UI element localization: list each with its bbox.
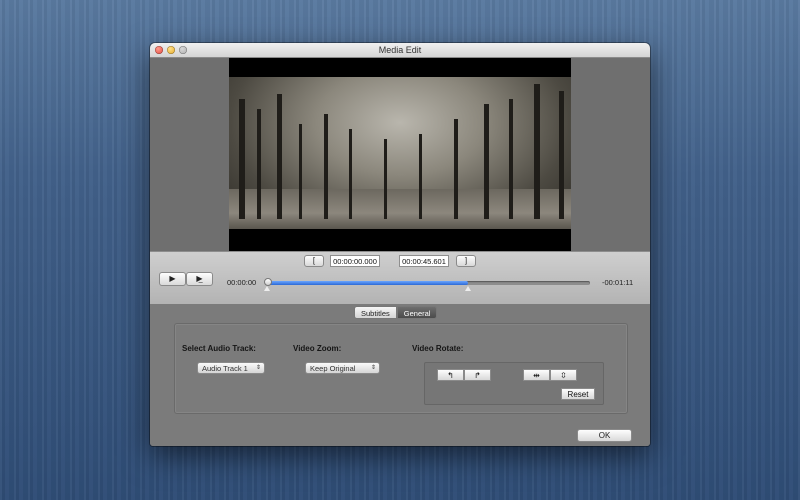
video-preview-area	[150, 58, 650, 251]
ok-button[interactable]: OK	[577, 429, 632, 442]
video-zoom-label: Video Zoom:	[293, 344, 342, 353]
timeline-slider[interactable]	[264, 278, 590, 291]
flip-horizontal-button[interactable]: ⇹	[523, 369, 550, 381]
playback-controls: [ 00:00:00.000 00:00:45.601 ] ▶ ▶̲ 00:00…	[150, 251, 650, 305]
rotate-left-button[interactable]: ↰	[437, 369, 464, 381]
tab-general[interactable]: General	[396, 306, 438, 319]
reset-button[interactable]: Reset	[561, 388, 595, 400]
audio-track-select[interactable]: Audio Track 1 ⇕	[197, 362, 265, 374]
out-marker[interactable]	[464, 286, 471, 291]
in-time-field[interactable]: 00:00:00.000	[330, 255, 380, 267]
video-frame	[229, 58, 571, 251]
play-button[interactable]: ▶	[159, 272, 186, 286]
tab-bar: Subtitles General	[354, 306, 438, 319]
rotate-left-icon: ↰	[447, 371, 454, 380]
media-edit-window: Media Edit [ 00:00:00.000 00:00:45.601]…	[150, 43, 650, 446]
rotate-right-icon: ↱	[474, 371, 481, 380]
video-zoom-select[interactable]: Keep Original ⇕	[305, 362, 380, 374]
step-icon: ▶̲	[196, 274, 203, 283]
tab-subtitles[interactable]: Subtitles	[354, 306, 397, 319]
rotate-right-button[interactable]: ↱	[464, 369, 491, 381]
popup-arrows-icon: ⇕	[370, 365, 376, 371]
close-button[interactable]	[155, 46, 163, 54]
timeline-progress	[268, 281, 468, 285]
remaining-time: -00:01:11	[602, 278, 634, 287]
audio-track-label: Select Audio Track:	[182, 344, 256, 353]
rotate-controls: ↰ ↱ ⇹ ⇳ Reset	[424, 362, 604, 405]
popup-arrows-icon: ⇕	[255, 365, 261, 371]
out-time-field[interactable]: 00:00:45.601	[399, 255, 449, 267]
play-icon: ▶	[169, 274, 176, 283]
mark-in-button[interactable]: [	[304, 255, 324, 267]
mark-out-button[interactable]: ]	[456, 255, 476, 267]
flip-vertical-icon: ⇳	[560, 371, 567, 380]
video-rotate-label: Video Rotate:	[412, 344, 464, 353]
title-bar: Media Edit	[150, 43, 650, 58]
minimize-button[interactable]	[167, 46, 175, 54]
zoom-button[interactable]	[179, 46, 187, 54]
video-image	[229, 77, 571, 229]
playhead-knob[interactable]	[264, 278, 272, 286]
current-time: 00:00:00	[227, 278, 257, 287]
flip-horizontal-icon: ⇹	[533, 371, 540, 380]
flip-vertical-button[interactable]: ⇳	[550, 369, 577, 381]
settings-panel: Subtitles General Select Audio Track: Au…	[150, 304, 650, 446]
window-title: Media Edit	[378, 45, 422, 55]
step-button[interactable]: ▶̲	[186, 272, 213, 286]
in-marker[interactable]	[264, 286, 270, 291]
